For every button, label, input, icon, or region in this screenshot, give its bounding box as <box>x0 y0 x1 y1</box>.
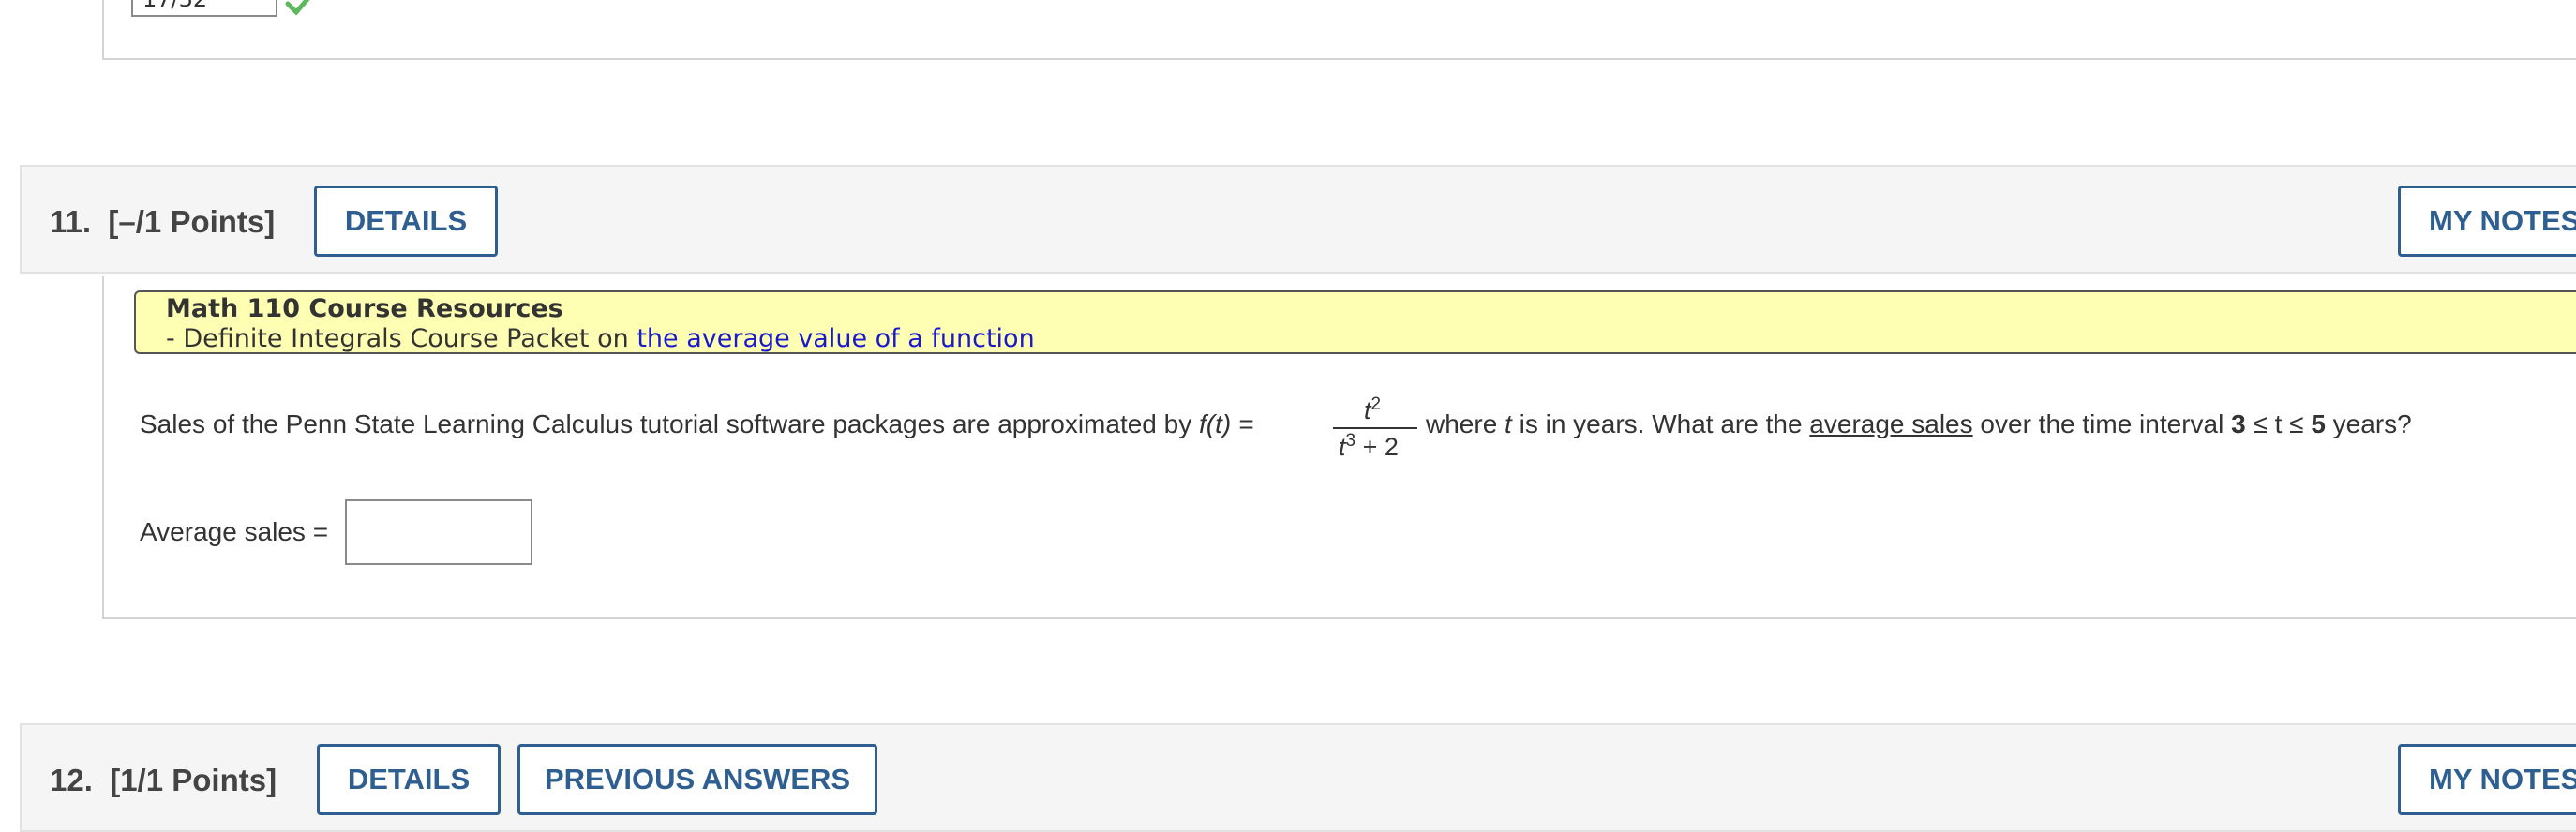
previous-question-body <box>102 0 2576 60</box>
previous-answers-button[interactable]: PREVIOUS ANSWERS <box>517 744 877 815</box>
resources-line: - Definite Integrals Course Packet on th… <box>166 324 1035 353</box>
my-notes-button[interactable]: MY NOTES <box>2398 186 2576 257</box>
problem-text: Sales of the Penn State Learning Calculu… <box>140 409 1254 438</box>
problem-text-continued: where t is in years. What are the averag… <box>1426 409 2412 438</box>
average-sales-input[interactable] <box>345 499 532 565</box>
previous-answer-field[interactable]: 17/32 <box>131 0 277 17</box>
my-notes-button-12[interactable]: MY NOTES <box>2398 744 2576 815</box>
average-value-link[interactable]: the average value of a function <box>637 324 1034 353</box>
fraction-numerator: t2 <box>1364 394 1382 424</box>
details-button-12[interactable]: DETAILS <box>317 744 501 815</box>
fraction-bar <box>1333 427 1417 429</box>
question-12-header: 12. [1/1 Points] DETAILS PREVIOUS ANSWER… <box>20 723 2576 832</box>
average-sales-label: Average sales = <box>140 517 329 546</box>
question-12-number: 12. [1/1 Points] <box>50 763 277 797</box>
details-button[interactable]: DETAILS <box>314 186 498 257</box>
question-11-number: 11. [–/1 Points] <box>50 204 276 239</box>
correct-check-icon <box>285 0 310 16</box>
fraction-denominator: t3 + 2 <box>1339 431 1399 461</box>
function-fraction: t2 t3 + 2 <box>1333 392 1417 467</box>
question-11-header: 11. [–/1 Points] DETAILS MY NOTES <box>20 165 2576 274</box>
average-sales-term: average sales <box>1809 409 1973 438</box>
resources-title: Math 110 Course Resources <box>166 294 563 323</box>
course-resources-box: Math 110 Course Resources - Definite Int… <box>134 290 2576 354</box>
